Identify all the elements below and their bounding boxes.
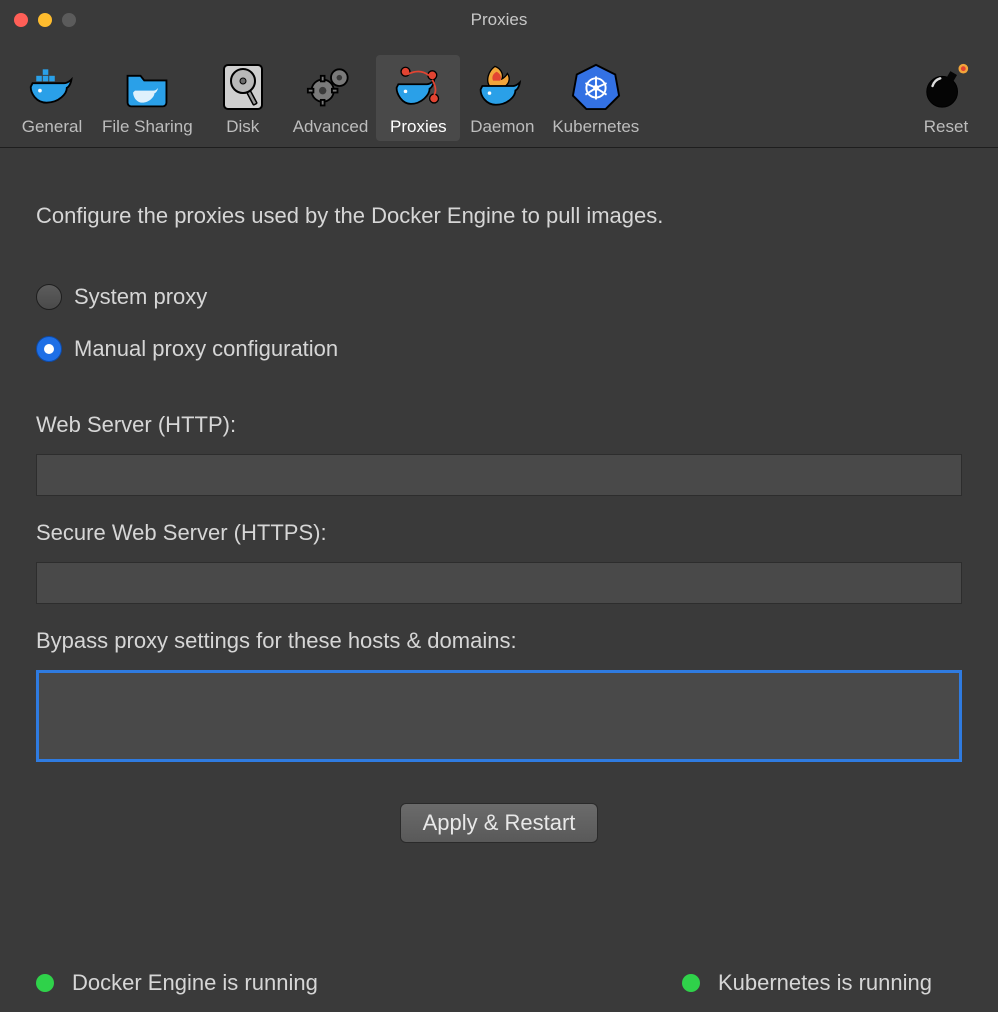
minimize-window-button[interactable]: [38, 13, 52, 27]
tab-disk-label: Disk: [226, 117, 259, 137]
bypass-label: Bypass proxy settings for these hosts & …: [36, 628, 962, 654]
https-label: Secure Web Server (HTTPS):: [36, 520, 962, 546]
status-dot-icon: [682, 974, 700, 992]
tab-file-sharing[interactable]: File Sharing: [94, 55, 201, 141]
reset-button[interactable]: Reset: [904, 55, 988, 141]
status-kubernetes-text: Kubernetes is running: [718, 970, 932, 996]
tab-kubernetes-label: Kubernetes: [552, 117, 639, 137]
title-bar: Proxies: [0, 0, 998, 40]
bypass-input[interactable]: [36, 670, 962, 762]
tab-kubernetes[interactable]: Kubernetes: [544, 55, 647, 141]
preferences-toolbar: General File Sharing Disk: [0, 40, 998, 148]
kubernetes-icon: [571, 61, 621, 111]
tab-daemon-label: Daemon: [470, 117, 534, 137]
proxies-pane: Configure the proxies used by the Docker…: [0, 148, 998, 954]
tab-proxies-label: Proxies: [390, 117, 447, 137]
https-input[interactable]: [36, 562, 962, 604]
proxy-mode-manual-row[interactable]: Manual proxy configuration: [36, 336, 962, 362]
window-traffic-lights: [14, 13, 76, 27]
bypass-field-block: Bypass proxy settings for these hosts & …: [36, 628, 962, 767]
tab-disk[interactable]: Disk: [201, 55, 285, 141]
tab-file-sharing-label: File Sharing: [102, 117, 193, 137]
status-dot-icon: [36, 974, 54, 992]
intro-text: Configure the proxies used by the Docker…: [36, 203, 962, 229]
tab-general[interactable]: General: [10, 55, 94, 141]
reset-label: Reset: [924, 117, 968, 137]
radio-system-proxy[interactable]: [36, 284, 62, 310]
tab-advanced[interactable]: Advanced: [285, 55, 377, 141]
whale-fire-icon: [477, 61, 527, 111]
radio-system-proxy-label: System proxy: [74, 284, 207, 310]
status-docker-text: Docker Engine is running: [72, 970, 318, 996]
window-title: Proxies: [0, 10, 998, 30]
whale-general-icon: [27, 61, 77, 111]
status-docker: Docker Engine is running: [36, 970, 318, 996]
tab-daemon[interactable]: Daemon: [460, 55, 544, 141]
tab-general-label: General: [22, 117, 82, 137]
http-label: Web Server (HTTP):: [36, 412, 962, 438]
zoom-window-button[interactable]: [62, 13, 76, 27]
proxy-mode-system-row[interactable]: System proxy: [36, 284, 962, 310]
radio-manual-proxy[interactable]: [36, 336, 62, 362]
radio-manual-proxy-label: Manual proxy configuration: [74, 336, 338, 362]
bomb-icon: [921, 61, 971, 111]
close-window-button[interactable]: [14, 13, 28, 27]
tab-proxies[interactable]: Proxies: [376, 55, 460, 141]
disk-icon: [218, 61, 268, 111]
https-field-block: Secure Web Server (HTTPS):: [36, 520, 962, 604]
http-field-block: Web Server (HTTP):: [36, 412, 962, 496]
apply-restart-button[interactable]: Apply & Restart: [400, 803, 599, 843]
whale-network-icon: [393, 61, 443, 111]
gears-icon: [306, 61, 356, 111]
http-input[interactable]: [36, 454, 962, 496]
folder-whale-icon: [122, 61, 172, 111]
status-kubernetes: Kubernetes is running: [682, 970, 932, 996]
status-bar: Docker Engine is running Kubernetes is r…: [0, 954, 998, 1012]
tab-advanced-label: Advanced: [293, 117, 369, 137]
